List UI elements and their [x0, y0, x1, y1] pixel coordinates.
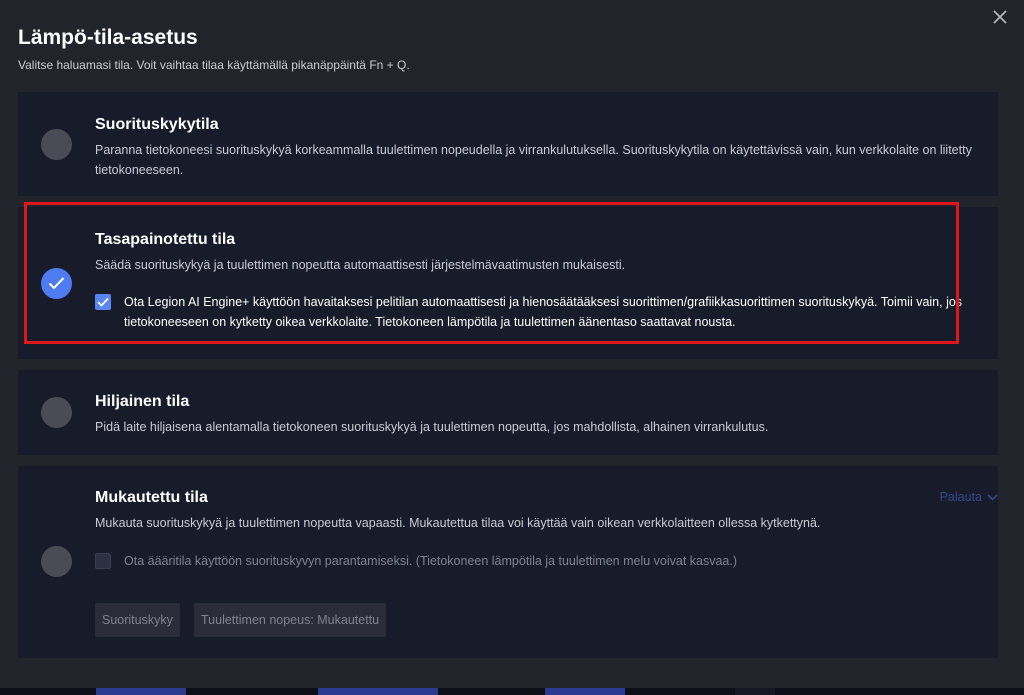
mode-card-balanced[interactable]: Tasapainotettu tila Säädä suorituskykyä …: [18, 207, 998, 359]
extreme-mode-label: Ota äääritila käyttöön suorituskyvyn par…: [124, 554, 738, 568]
radio-balanced[interactable]: [41, 268, 72, 299]
mode-description-performance: Paranna tietokoneesi suorituskykyä korke…: [95, 143, 972, 177]
fan-speed-button[interactable]: Tuulettimen nopeus: Mukautettu: [194, 603, 387, 637]
background-window-strip: [0, 688, 1024, 695]
mode-description-balanced: Säädä suorituskykyä ja tuulettimen nopeu…: [95, 258, 626, 272]
radio-performance[interactable]: [41, 129, 72, 160]
radio-quiet[interactable]: [41, 397, 72, 428]
ai-engine-checkbox[interactable]: [95, 294, 111, 310]
dialog-title: Lämpö-tila-asetus: [18, 26, 198, 49]
mode-card-quiet[interactable]: Hiljainen tila Pidä laite hiljaisena ale…: [18, 370, 998, 455]
mode-description-quiet: Pidä laite hiljaisena alentamalla tietok…: [95, 420, 769, 434]
check-icon: [48, 277, 65, 290]
dialog-subtitle: Valitse haluamasi tila. Voit vaihtaa til…: [18, 58, 410, 72]
reset-button[interactable]: Palauta: [940, 490, 998, 504]
close-icon[interactable]: [990, 8, 1010, 28]
mode-title-custom: Mukautettu tila: [95, 489, 208, 506]
performance-button[interactable]: Suorituskyky: [95, 603, 180, 637]
mode-description-custom: Mukauta suorituskykyä ja tuulettimen nop…: [95, 516, 821, 530]
chevron-down-icon: [987, 494, 998, 501]
thermal-mode-dialog: Lämpö-tila-asetus Valitse haluamasi tila…: [0, 0, 1024, 688]
check-icon: [97, 297, 109, 307]
mode-card-performance[interactable]: Suorituskykytila Paranna tietokoneesi su…: [18, 92, 998, 196]
extreme-mode-checkbox[interactable]: [95, 553, 111, 569]
mode-title-performance: Suorituskykytila: [95, 116, 219, 133]
mode-title-quiet: Hiljainen tila: [95, 393, 190, 410]
reset-label: Palauta: [939, 490, 982, 504]
radio-custom[interactable]: [41, 546, 72, 577]
mode-title-balanced: Tasapainotettu tila: [95, 231, 236, 248]
ai-engine-label: Ota Legion AI Engine+ käyttöön havaitaks…: [124, 295, 963, 329]
